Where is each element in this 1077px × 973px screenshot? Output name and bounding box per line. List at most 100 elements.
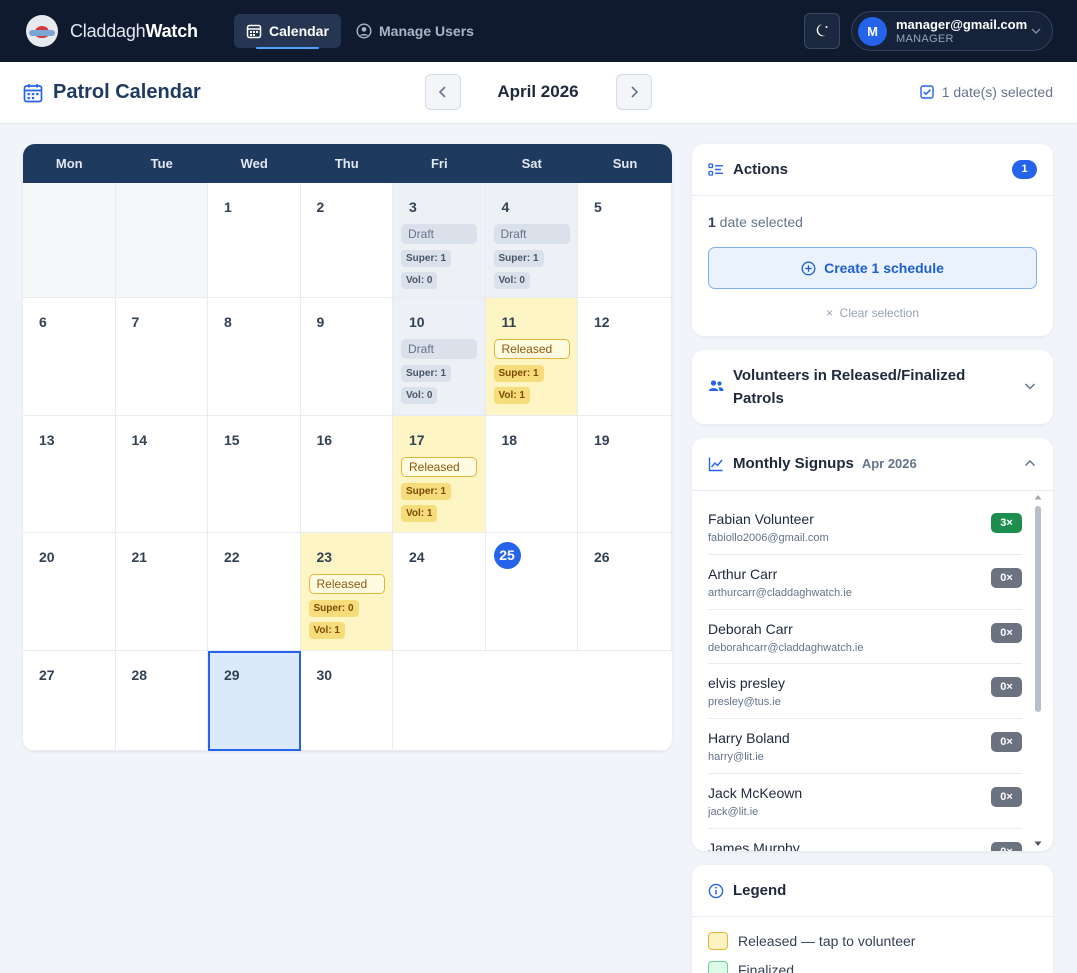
- signup-row[interactable]: Jack McKeown jack@lit.ie 0×: [708, 774, 1022, 829]
- legend-swatch: [708, 961, 728, 973]
- calendar-day-21[interactable]: 21: [115, 533, 208, 651]
- calendar-day-18[interactable]: 18: [485, 416, 578, 533]
- calendar-day-11[interactable]: 11 Released Super: 1 Vol: 1: [485, 298, 578, 416]
- calendar-day-12[interactable]: 12: [578, 298, 672, 416]
- draft-status-pill[interactable]: Draft: [493, 224, 570, 244]
- calendar-day-27[interactable]: 27: [23, 651, 116, 751]
- calendar-day-29[interactable]: 29: [208, 651, 301, 751]
- day-number: 12: [594, 314, 610, 330]
- calendar-day-19[interactable]: 19: [578, 416, 672, 533]
- signups-month-tag: Apr 2026: [861, 456, 917, 471]
- monthly-signups-header[interactable]: Monthly Signups Apr 2026: [708, 455, 917, 472]
- signups-list[interactable]: Fabian Volunteer fabiollo2006@gmail.com 3×…: [708, 500, 1022, 851]
- calendar-icon: [246, 24, 262, 39]
- user-role: MANAGER: [896, 33, 954, 45]
- scroll-up-icon[interactable]: [1034, 494, 1042, 500]
- avatar: M: [858, 17, 887, 46]
- calendar-day-24[interactable]: 24: [393, 533, 486, 651]
- legend-swatch: [708, 932, 728, 950]
- volunteer-count: Vol: 0: [401, 272, 438, 289]
- calendar-day-9[interactable]: 9: [300, 298, 393, 416]
- volunteer-email: arthurcarr@claddaghwatch.ie: [708, 586, 852, 599]
- scrollbar-thumb[interactable]: [1035, 506, 1041, 712]
- calendar-day-6[interactable]: 6: [23, 298, 116, 416]
- checkbox-icon: [920, 85, 934, 99]
- signup-count-badge: 0×: [991, 677, 1022, 698]
- signup-row[interactable]: Fabian Volunteer fabiollo2006@gmail.com 3×: [708, 500, 1022, 555]
- monthly-signups-panel: Monthly Signups Apr 2026 Fabian Voluntee…: [692, 438, 1053, 851]
- calendar-day-25[interactable]: 25: [485, 533, 578, 651]
- line-chart-icon: [708, 457, 723, 471]
- weekday-wed: Wed: [240, 156, 268, 171]
- calendar-empty-cell: [23, 183, 116, 298]
- previous-month-button[interactable]: [425, 74, 461, 110]
- legend-title: Legend: [733, 882, 787, 899]
- day-number: 30: [316, 667, 333, 683]
- day-number: 29: [224, 667, 240, 683]
- calendar-day-8[interactable]: 8: [208, 298, 301, 416]
- calendar-day-3[interactable]: 3 Draft Super: 1 Vol: 0: [393, 183, 486, 298]
- nav-tab-label: Calendar: [269, 23, 329, 39]
- nav-tab-calendar[interactable]: Calendar: [234, 14, 341, 49]
- day-number: 27: [39, 667, 55, 683]
- close-icon: ×: [825, 306, 840, 320]
- draft-status-pill[interactable]: Draft: [401, 224, 477, 244]
- day-number: 4: [501, 199, 510, 215]
- volunteer-name: Jack McKeown: [708, 784, 803, 801]
- volunteer-email: presley@tus.ie: [708, 696, 781, 709]
- calendar-day-22[interactable]: 22: [208, 533, 301, 651]
- next-month-button[interactable]: [616, 74, 652, 110]
- create-schedule-label: Create 1 schedule: [824, 260, 944, 276]
- nav-tab-manage-users[interactable]: Manage Users: [344, 14, 486, 48]
- signups-scrollbar[interactable]: [1032, 492, 1044, 851]
- volunteer-email: fabiollo2006@gmail.com: [708, 532, 829, 544]
- patrol-calendar: Mon Tue Wed Thu Fri Sat Sun 1 2 3 Draft Super: 1 Vo…: [23, 144, 672, 751]
- supervisor-count: Super: 1: [401, 365, 452, 382]
- legend-label: Released — tap to volunteer: [738, 933, 916, 949]
- chevron-up-icon[interactable]: [1023, 456, 1037, 470]
- signup-count-badge: 0×: [991, 786, 1022, 807]
- signup-row[interactable]: elvis presley presley@tus.ie 0×: [708, 664, 1022, 720]
- volunteer-count: Vol: 1: [493, 387, 530, 404]
- calendar-day-14[interactable]: 14: [115, 416, 208, 533]
- calendar-day-26[interactable]: 26: [578, 533, 672, 651]
- signup-row[interactable]: James Murphy 0×: [708, 829, 1022, 851]
- released-status-pill[interactable]: Released: [493, 339, 570, 359]
- calendar-day-5[interactable]: 5: [578, 183, 672, 298]
- released-status-pill[interactable]: Released: [401, 457, 477, 477]
- calendar-day-15[interactable]: 15: [208, 416, 301, 533]
- scroll-down-icon[interactable]: [1034, 841, 1042, 847]
- calendar-day-10[interactable]: 10 Draft Super: 1 Vol: 0: [393, 298, 486, 416]
- actions-title: Actions: [733, 161, 789, 178]
- volunteers-panel[interactable]: Volunteers in Released/Finalized Patrols: [692, 350, 1053, 424]
- day-number: 5: [594, 199, 602, 215]
- calendar-day-20[interactable]: 20: [23, 533, 116, 651]
- theme-toggle-button[interactable]: [804, 13, 840, 49]
- released-status-pill[interactable]: Released: [308, 574, 385, 594]
- calendar-day-28[interactable]: 28: [115, 651, 208, 751]
- supervisor-count: Super: 1: [493, 250, 544, 267]
- day-number: 23: [316, 549, 333, 565]
- calendar-day-4[interactable]: 4 Draft Super: 1 Vol: 0: [485, 183, 578, 298]
- calendar-day-23[interactable]: 23 Released Super: 0 Vol: 1: [300, 533, 393, 651]
- legend-panel: Legend Released — tap to volunteer Finali…: [692, 865, 1053, 973]
- calendar-day-16[interactable]: 16: [300, 416, 393, 533]
- day-number: 15: [224, 432, 240, 448]
- user-menu-button[interactable]: M manager@gmail.com MANAGER: [851, 11, 1053, 51]
- calendar-day-17[interactable]: 17 Released Super: 1 Vol: 1: [393, 416, 486, 533]
- calendar-day-7[interactable]: 7: [115, 298, 208, 416]
- brand[interactable]: CladdaghWatch: [26, 15, 198, 47]
- signup-row[interactable]: Arthur Carr arthurcarr@claddaghwatch.ie 0×: [708, 555, 1022, 610]
- day-number: 14: [131, 432, 148, 448]
- calendar-day-30[interactable]: 30: [300, 651, 393, 751]
- signup-row[interactable]: Deborah Carr deborahcarr@claddaghwatch.ie…: [708, 610, 1022, 665]
- clear-selection-button[interactable]: × Clear selection: [692, 306, 1053, 320]
- calendar-day-1[interactable]: 1: [208, 183, 301, 298]
- calendar-empty-cell: [115, 183, 208, 298]
- calendar-day-2[interactable]: 2: [300, 183, 393, 298]
- calendar-day-13[interactable]: 13: [23, 416, 116, 533]
- clear-selection-label: Clear selection: [839, 306, 920, 320]
- signup-row[interactable]: Harry Boland harry@lit.ie 0×: [708, 719, 1022, 774]
- draft-status-pill[interactable]: Draft: [401, 339, 477, 359]
- create-schedule-button[interactable]: Create 1 schedule: [708, 247, 1037, 289]
